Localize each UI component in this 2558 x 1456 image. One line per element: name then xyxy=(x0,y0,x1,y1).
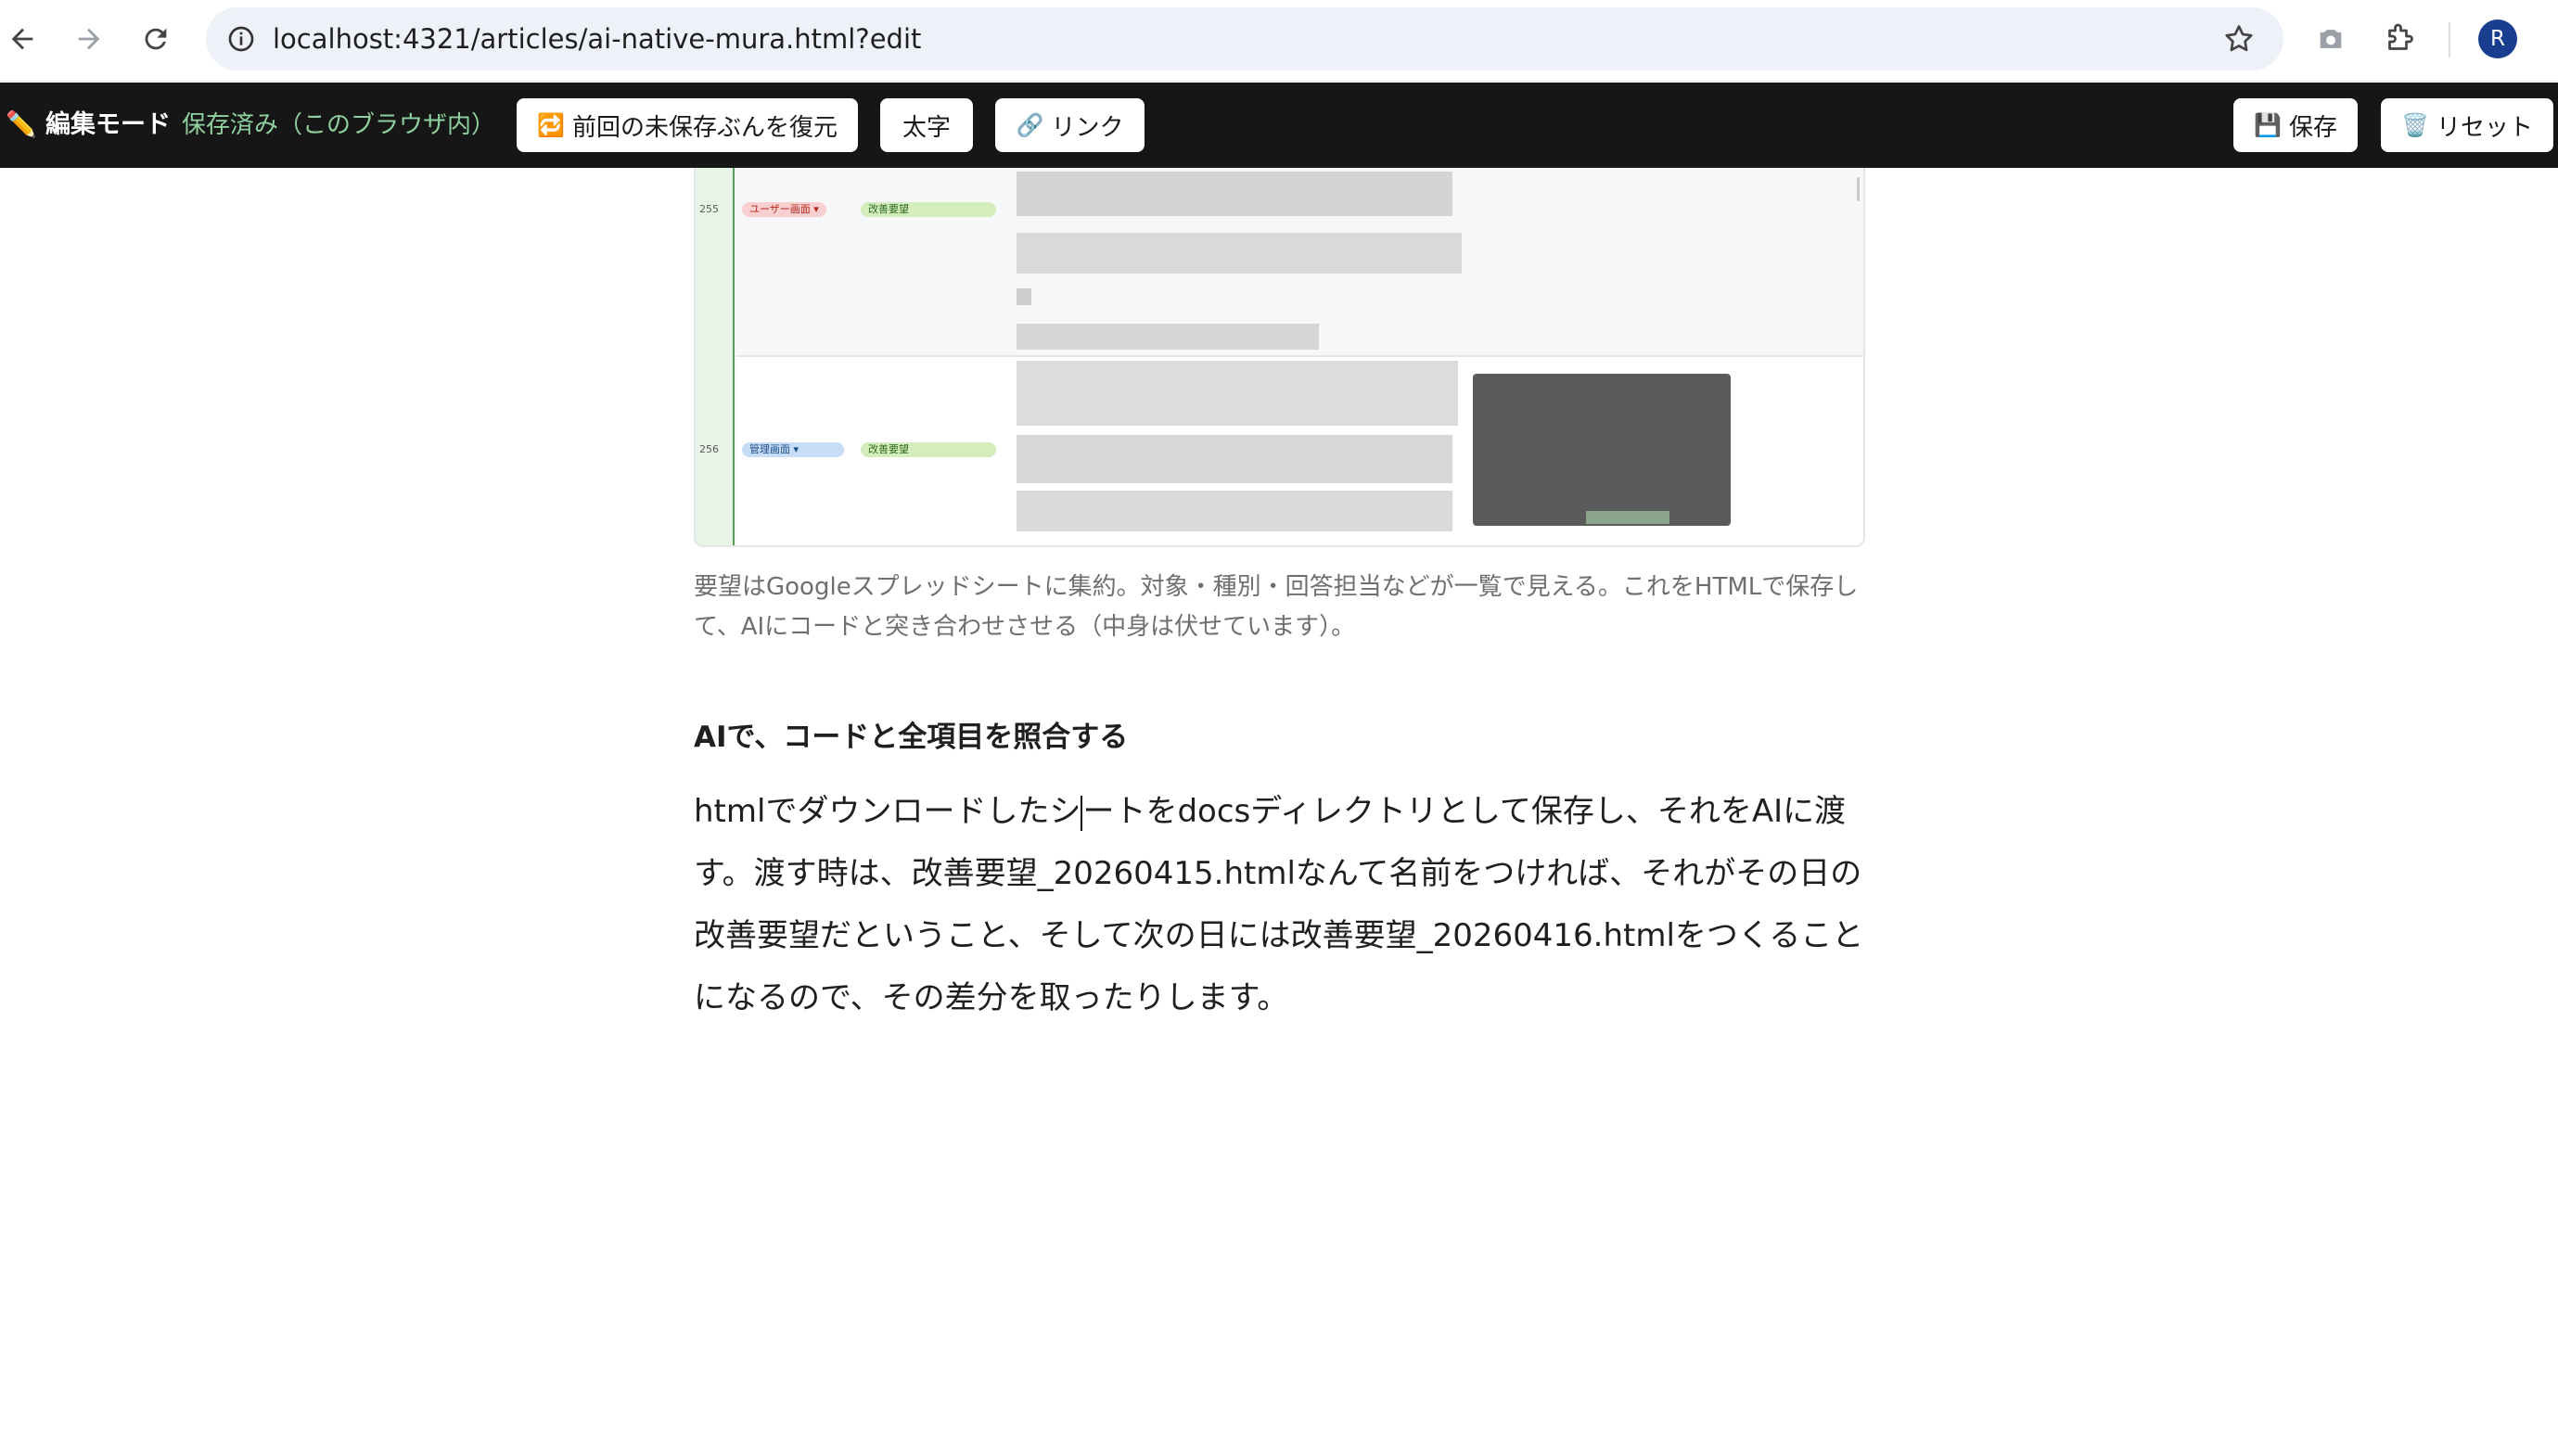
sheet-scrollbar xyxy=(1857,177,1860,201)
browser-toolbar: localhost:4321/articles/ai-native-mura.h… xyxy=(0,0,2558,82)
restore-unsaved-button[interactable]: 🔁 前回の未保存ぶんを復元 xyxy=(517,98,858,152)
save-status: 保存済み（このブラウザ内） xyxy=(182,111,496,139)
row-divider xyxy=(736,355,1863,357)
redacted-text xyxy=(1017,172,1452,216)
forward-button[interactable] xyxy=(63,13,115,65)
article-paragraph[interactable]: htmlでダウンロードしたシートをdocsディレクトリとして保存し、それをAIに… xyxy=(694,781,1868,1029)
extensions-puzzle-icon[interactable] xyxy=(2377,17,2422,61)
camera-icon[interactable] xyxy=(2309,17,2353,61)
toolbar-divider xyxy=(2449,22,2450,57)
url-text[interactable]: localhost:4321/articles/ai-native-mura.h… xyxy=(273,7,921,70)
link-icon: 🔗 xyxy=(1016,112,1044,138)
restore-icon: 🔁 xyxy=(537,112,565,138)
redacted-text xyxy=(1017,491,1452,531)
type-chip: 改善要望 xyxy=(861,202,996,217)
info-icon[interactable] xyxy=(223,20,260,57)
spreadsheet-screenshot: 255 256 ユーザー画面 ▾ 改善要望 管理画面 ▾ 改善要望 xyxy=(694,168,1865,547)
figure-caption: 要望はGoogleスプレッドシートに集約。対象・種別・回答担当などが一覧で見える… xyxy=(694,573,1859,641)
floppy-disk-icon: 💾 xyxy=(2254,112,2282,138)
category-chip: ユーザー画面 ▾ xyxy=(742,202,826,217)
redacted-text xyxy=(1017,233,1462,274)
row-number: 256 xyxy=(699,443,719,455)
save-button[interactable]: 💾 保存 xyxy=(2233,98,2358,152)
bold-button[interactable]: 太字 xyxy=(880,98,973,152)
restore-unsaved-label: 前回の未保存ぶんを復元 xyxy=(571,113,838,142)
link-button[interactable]: 🔗 リンク xyxy=(995,98,1145,152)
save-label: 保存 xyxy=(2288,113,2337,142)
redacted-image xyxy=(1473,374,1731,526)
trash-icon: 🗑️ xyxy=(2401,112,2429,138)
profile-avatar[interactable]: R xyxy=(2478,19,2517,58)
back-button[interactable] xyxy=(0,13,48,65)
edit-mode-label: ✏️ 編集モード xyxy=(6,110,172,139)
redacted-text xyxy=(1017,288,1031,305)
redacted-image-detail xyxy=(1586,511,1669,524)
reload-icon xyxy=(145,28,167,50)
type-chip: 改善要望 xyxy=(861,442,996,457)
link-label: リンク xyxy=(1051,113,1124,142)
edit-mode-toolbar: ✏️ 編集モード 保存済み（このブラウザ内） 🔁 前回の未保存ぶんを復元 太字 … xyxy=(0,83,2558,168)
category-chip: 管理画面 ▾ xyxy=(742,442,844,457)
reset-label: リセット xyxy=(2436,113,2533,142)
redacted-text xyxy=(1017,361,1458,426)
paragraph-text-before-caret[interactable]: htmlでダウンロードしたシ xyxy=(694,793,1081,830)
redacted-text xyxy=(1017,435,1452,483)
address-bar[interactable]: localhost:4321/articles/ai-native-mura.h… xyxy=(206,7,2283,70)
star-icon[interactable] xyxy=(2219,19,2259,59)
forward-arrow-icon xyxy=(78,28,100,50)
redacted-text xyxy=(1017,324,1319,350)
section-heading[interactable]: AIで、コードと全項目を照合する xyxy=(694,713,1128,755)
reload-button[interactable] xyxy=(130,13,182,65)
reset-button[interactable]: 🗑️ リセット xyxy=(2381,98,2553,152)
row-number: 255 xyxy=(699,203,719,215)
row-number-column: 255 256 xyxy=(696,168,735,545)
back-arrow-icon xyxy=(11,28,33,50)
bold-label: 太字 xyxy=(902,113,951,142)
